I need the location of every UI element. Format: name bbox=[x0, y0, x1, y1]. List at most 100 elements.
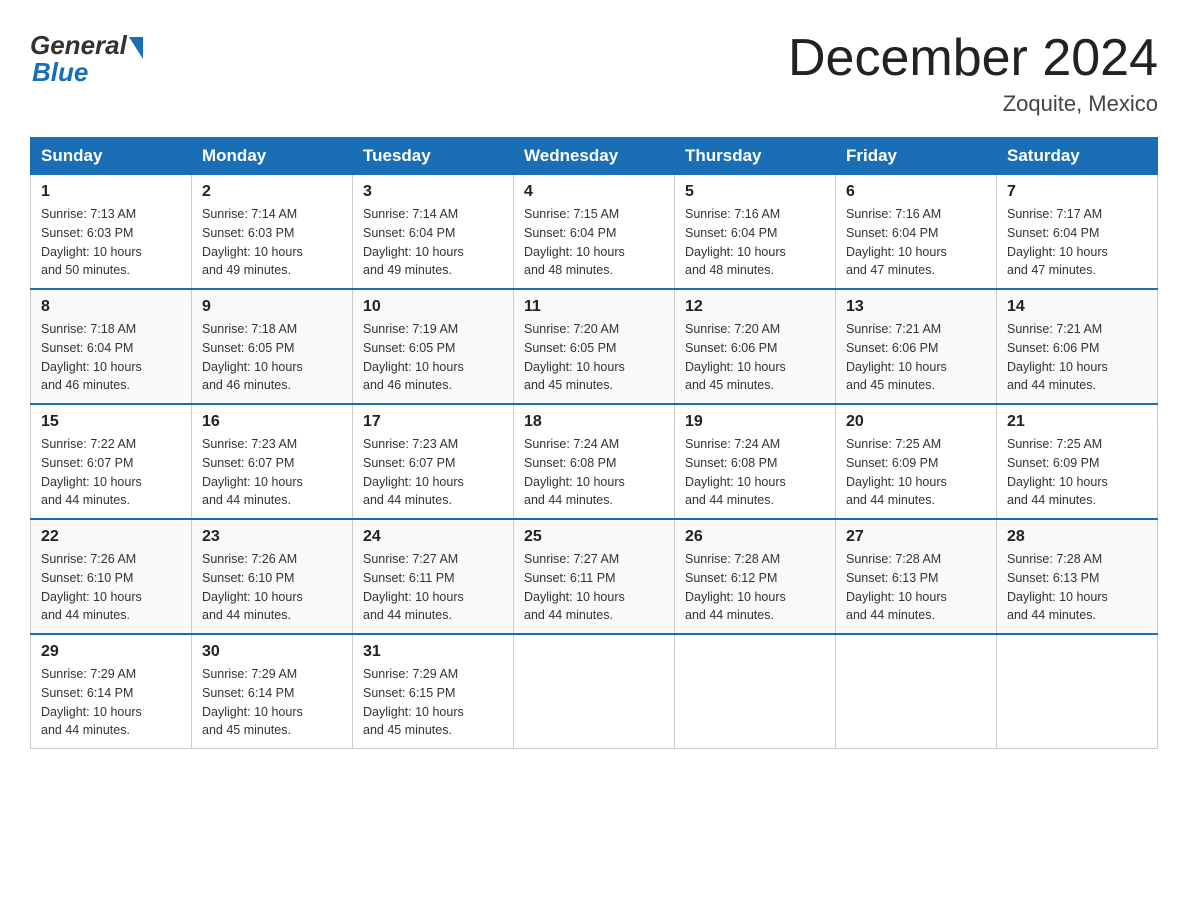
day-number: 3 bbox=[363, 183, 503, 201]
calendar-cell: 18 Sunrise: 7:24 AM Sunset: 6:08 PM Dayl… bbox=[514, 404, 675, 519]
day-info: Sunrise: 7:24 AM Sunset: 6:08 PM Dayligh… bbox=[685, 435, 825, 510]
day-info: Sunrise: 7:22 AM Sunset: 6:07 PM Dayligh… bbox=[41, 435, 181, 510]
calendar-cell: 5 Sunrise: 7:16 AM Sunset: 6:04 PM Dayli… bbox=[675, 175, 836, 290]
day-info: Sunrise: 7:13 AM Sunset: 6:03 PM Dayligh… bbox=[41, 205, 181, 280]
title-area: December 2024 Zoquite, Mexico bbox=[788, 30, 1158, 117]
day-number: 23 bbox=[202, 528, 342, 546]
calendar-week-row-4: 22 Sunrise: 7:26 AM Sunset: 6:10 PM Dayl… bbox=[31, 519, 1158, 634]
day-number: 4 bbox=[524, 183, 664, 201]
day-info: Sunrise: 7:16 AM Sunset: 6:04 PM Dayligh… bbox=[685, 205, 825, 280]
calendar-cell: 19 Sunrise: 7:24 AM Sunset: 6:08 PM Dayl… bbox=[675, 404, 836, 519]
day-number: 11 bbox=[524, 298, 664, 316]
calendar-cell: 9 Sunrise: 7:18 AM Sunset: 6:05 PM Dayli… bbox=[192, 289, 353, 404]
calendar-cell: 3 Sunrise: 7:14 AM Sunset: 6:04 PM Dayli… bbox=[353, 175, 514, 290]
day-info: Sunrise: 7:25 AM Sunset: 6:09 PM Dayligh… bbox=[1007, 435, 1147, 510]
calendar-table: Sunday Monday Tuesday Wednesday Thursday… bbox=[30, 137, 1158, 749]
calendar-cell: 20 Sunrise: 7:25 AM Sunset: 6:09 PM Dayl… bbox=[836, 404, 997, 519]
day-number: 12 bbox=[685, 298, 825, 316]
day-number: 9 bbox=[202, 298, 342, 316]
day-number: 25 bbox=[524, 528, 664, 546]
day-number: 7 bbox=[1007, 183, 1147, 201]
day-number: 27 bbox=[846, 528, 986, 546]
day-info: Sunrise: 7:29 AM Sunset: 6:14 PM Dayligh… bbox=[41, 665, 181, 740]
calendar-cell: 15 Sunrise: 7:22 AM Sunset: 6:07 PM Dayl… bbox=[31, 404, 192, 519]
calendar-cell: 24 Sunrise: 7:27 AM Sunset: 6:11 PM Dayl… bbox=[353, 519, 514, 634]
day-info: Sunrise: 7:26 AM Sunset: 6:10 PM Dayligh… bbox=[202, 550, 342, 625]
day-info: Sunrise: 7:14 AM Sunset: 6:03 PM Dayligh… bbox=[202, 205, 342, 280]
day-info: Sunrise: 7:16 AM Sunset: 6:04 PM Dayligh… bbox=[846, 205, 986, 280]
day-number: 30 bbox=[202, 643, 342, 661]
day-number: 24 bbox=[363, 528, 503, 546]
calendar-cell: 25 Sunrise: 7:27 AM Sunset: 6:11 PM Dayl… bbox=[514, 519, 675, 634]
col-sunday: Sunday bbox=[31, 138, 192, 175]
day-number: 20 bbox=[846, 413, 986, 431]
calendar-header-row: Sunday Monday Tuesday Wednesday Thursday… bbox=[31, 138, 1158, 175]
day-info: Sunrise: 7:20 AM Sunset: 6:06 PM Dayligh… bbox=[685, 320, 825, 395]
calendar-cell: 26 Sunrise: 7:28 AM Sunset: 6:12 PM Dayl… bbox=[675, 519, 836, 634]
day-number: 18 bbox=[524, 413, 664, 431]
calendar-cell bbox=[514, 634, 675, 749]
logo-triangle-icon bbox=[129, 37, 143, 59]
calendar-cell: 30 Sunrise: 7:29 AM Sunset: 6:14 PM Dayl… bbox=[192, 634, 353, 749]
calendar-cell: 2 Sunrise: 7:14 AM Sunset: 6:03 PM Dayli… bbox=[192, 175, 353, 290]
calendar-cell: 21 Sunrise: 7:25 AM Sunset: 6:09 PM Dayl… bbox=[997, 404, 1158, 519]
day-info: Sunrise: 7:19 AM Sunset: 6:05 PM Dayligh… bbox=[363, 320, 503, 395]
day-info: Sunrise: 7:15 AM Sunset: 6:04 PM Dayligh… bbox=[524, 205, 664, 280]
logo-blue-text: Blue bbox=[30, 57, 88, 88]
col-saturday: Saturday bbox=[997, 138, 1158, 175]
day-info: Sunrise: 7:29 AM Sunset: 6:14 PM Dayligh… bbox=[202, 665, 342, 740]
day-number: 26 bbox=[685, 528, 825, 546]
calendar-week-row-2: 8 Sunrise: 7:18 AM Sunset: 6:04 PM Dayli… bbox=[31, 289, 1158, 404]
calendar-cell: 13 Sunrise: 7:21 AM Sunset: 6:06 PM Dayl… bbox=[836, 289, 997, 404]
day-number: 17 bbox=[363, 413, 503, 431]
col-thursday: Thursday bbox=[675, 138, 836, 175]
day-number: 2 bbox=[202, 183, 342, 201]
day-number: 19 bbox=[685, 413, 825, 431]
calendar-cell: 31 Sunrise: 7:29 AM Sunset: 6:15 PM Dayl… bbox=[353, 634, 514, 749]
col-wednesday: Wednesday bbox=[514, 138, 675, 175]
day-info: Sunrise: 7:29 AM Sunset: 6:15 PM Dayligh… bbox=[363, 665, 503, 740]
day-number: 21 bbox=[1007, 413, 1147, 431]
calendar-week-row-3: 15 Sunrise: 7:22 AM Sunset: 6:07 PM Dayl… bbox=[31, 404, 1158, 519]
calendar-cell bbox=[675, 634, 836, 749]
calendar-cell: 12 Sunrise: 7:20 AM Sunset: 6:06 PM Dayl… bbox=[675, 289, 836, 404]
calendar-cell: 28 Sunrise: 7:28 AM Sunset: 6:13 PM Dayl… bbox=[997, 519, 1158, 634]
day-info: Sunrise: 7:18 AM Sunset: 6:05 PM Dayligh… bbox=[202, 320, 342, 395]
day-info: Sunrise: 7:25 AM Sunset: 6:09 PM Dayligh… bbox=[846, 435, 986, 510]
day-info: Sunrise: 7:23 AM Sunset: 6:07 PM Dayligh… bbox=[363, 435, 503, 510]
calendar-cell: 8 Sunrise: 7:18 AM Sunset: 6:04 PM Dayli… bbox=[31, 289, 192, 404]
day-info: Sunrise: 7:26 AM Sunset: 6:10 PM Dayligh… bbox=[41, 550, 181, 625]
day-number: 8 bbox=[41, 298, 181, 316]
day-number: 13 bbox=[846, 298, 986, 316]
calendar-cell: 4 Sunrise: 7:15 AM Sunset: 6:04 PM Dayli… bbox=[514, 175, 675, 290]
logo: General Blue bbox=[30, 30, 143, 88]
calendar-week-row-5: 29 Sunrise: 7:29 AM Sunset: 6:14 PM Dayl… bbox=[31, 634, 1158, 749]
calendar-cell: 1 Sunrise: 7:13 AM Sunset: 6:03 PM Dayli… bbox=[31, 175, 192, 290]
page-header: General Blue December 2024 Zoquite, Mexi… bbox=[30, 30, 1158, 117]
day-info: Sunrise: 7:28 AM Sunset: 6:13 PM Dayligh… bbox=[1007, 550, 1147, 625]
month-title: December 2024 bbox=[788, 30, 1158, 87]
col-monday: Monday bbox=[192, 138, 353, 175]
day-info: Sunrise: 7:18 AM Sunset: 6:04 PM Dayligh… bbox=[41, 320, 181, 395]
calendar-cell: 11 Sunrise: 7:20 AM Sunset: 6:05 PM Dayl… bbox=[514, 289, 675, 404]
day-info: Sunrise: 7:14 AM Sunset: 6:04 PM Dayligh… bbox=[363, 205, 503, 280]
day-info: Sunrise: 7:27 AM Sunset: 6:11 PM Dayligh… bbox=[363, 550, 503, 625]
day-info: Sunrise: 7:21 AM Sunset: 6:06 PM Dayligh… bbox=[1007, 320, 1147, 395]
location: Zoquite, Mexico bbox=[788, 91, 1158, 117]
day-number: 16 bbox=[202, 413, 342, 431]
calendar-cell: 22 Sunrise: 7:26 AM Sunset: 6:10 PM Dayl… bbox=[31, 519, 192, 634]
day-info: Sunrise: 7:24 AM Sunset: 6:08 PM Dayligh… bbox=[524, 435, 664, 510]
calendar-cell: 17 Sunrise: 7:23 AM Sunset: 6:07 PM Dayl… bbox=[353, 404, 514, 519]
day-number: 22 bbox=[41, 528, 181, 546]
calendar-week-row-1: 1 Sunrise: 7:13 AM Sunset: 6:03 PM Dayli… bbox=[31, 175, 1158, 290]
calendar-cell: 23 Sunrise: 7:26 AM Sunset: 6:10 PM Dayl… bbox=[192, 519, 353, 634]
day-number: 6 bbox=[846, 183, 986, 201]
col-tuesday: Tuesday bbox=[353, 138, 514, 175]
calendar-cell: 7 Sunrise: 7:17 AM Sunset: 6:04 PM Dayli… bbox=[997, 175, 1158, 290]
col-friday: Friday bbox=[836, 138, 997, 175]
day-info: Sunrise: 7:21 AM Sunset: 6:06 PM Dayligh… bbox=[846, 320, 986, 395]
calendar-cell bbox=[836, 634, 997, 749]
calendar-cell: 29 Sunrise: 7:29 AM Sunset: 6:14 PM Dayl… bbox=[31, 634, 192, 749]
day-number: 31 bbox=[363, 643, 503, 661]
calendar-cell: 14 Sunrise: 7:21 AM Sunset: 6:06 PM Dayl… bbox=[997, 289, 1158, 404]
